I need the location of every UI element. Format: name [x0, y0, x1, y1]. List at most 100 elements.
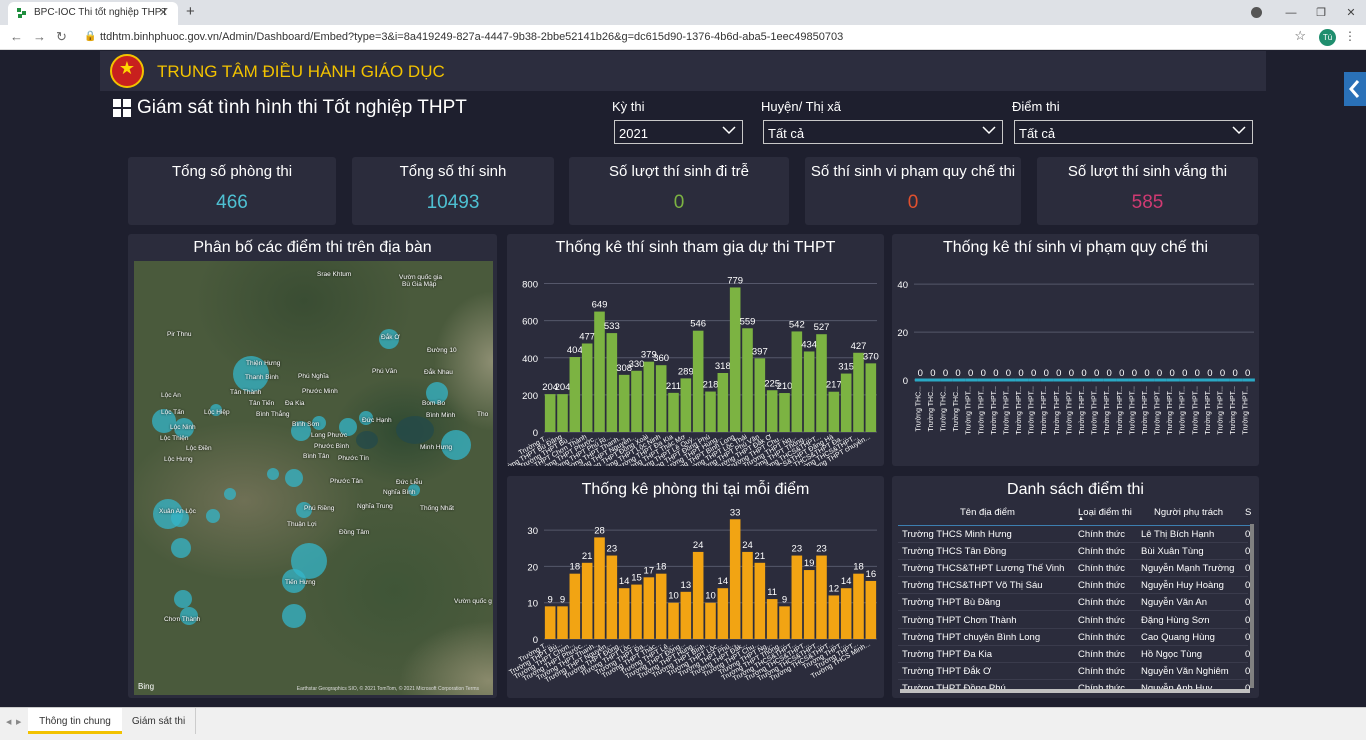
bar[interactable] — [779, 606, 790, 639]
exam-site-table[interactable]: Tên địa điểm Loại điểm thi Người phụ trá… — [898, 501, 1254, 693]
table-row[interactable]: Trường THPT Bù Đăng Chính thức Nguyễn Văn … — [898, 594, 1250, 612]
bar[interactable] — [791, 555, 803, 639]
address-bar[interactable]: 🔒 ttdhtm.binhphuoc.gov.vn/Admin/Dashboar… — [80, 28, 1310, 47]
bar[interactable] — [655, 573, 667, 639]
bar[interactable] — [729, 519, 741, 639]
column-header-manager[interactable]: Người phụ trách — [1154, 507, 1223, 518]
bar[interactable] — [803, 351, 815, 432]
close-tab-icon[interactable]: ✕ — [159, 6, 168, 19]
exam-site-bubble[interactable] — [282, 604, 306, 628]
bar[interactable] — [544, 394, 556, 432]
bar[interactable] — [618, 374, 630, 432]
exam-site-bubble[interactable] — [224, 488, 236, 500]
table-row[interactable]: Trường THPT Đa Kia Chính thức Hồ Ngọc Tùng… — [898, 646, 1250, 663]
bar[interactable] — [840, 373, 852, 432]
tab-general-info[interactable]: Thông tin chung — [28, 708, 122, 734]
exam-site-bubble[interactable] — [267, 468, 279, 480]
bar[interactable] — [779, 393, 790, 432]
bar[interactable] — [754, 358, 766, 432]
bar[interactable] — [618, 588, 630, 639]
bar[interactable] — [631, 584, 642, 639]
column-header-type[interactable]: Loại điểm thi — [1078, 507, 1132, 518]
bar[interactable] — [581, 562, 593, 639]
browser-tab[interactable]: BPC-IOC Thi tốt nghiệp THPT ✕ — [8, 2, 178, 25]
exam-site-bubble[interactable] — [174, 590, 192, 608]
bar[interactable] — [729, 287, 741, 432]
sort-ascending-icon[interactable]: ▲ — [1078, 516, 1084, 522]
table-row[interactable]: Trường THPT Đắk Ơ Chính thức Nguyễn Văn Ng… — [898, 663, 1250, 680]
bar[interactable] — [853, 352, 864, 432]
tab-exam-monitoring[interactable]: Giám sát thi — [122, 708, 196, 734]
table-row[interactable]: Trường THCS Tân Đồng Chính thức Bùi Xuân T… — [898, 543, 1250, 561]
minimize-icon[interactable]: — — [1276, 7, 1306, 19]
bar[interactable] — [557, 394, 568, 432]
bar[interactable] — [742, 328, 753, 432]
bar[interactable] — [865, 580, 877, 639]
bar[interactable] — [581, 343, 593, 432]
bar[interactable] — [705, 602, 716, 639]
restore-icon[interactable]: ❐ — [1306, 6, 1336, 19]
bar[interactable] — [631, 370, 642, 432]
bar[interactable] — [606, 333, 618, 432]
bar[interactable] — [853, 573, 864, 639]
browser-menu-icon[interactable]: ⋮ — [1344, 29, 1356, 43]
bar[interactable] — [816, 555, 827, 639]
bar[interactable] — [569, 573, 581, 639]
bar[interactable] — [692, 551, 704, 639]
bar[interactable] — [594, 537, 605, 639]
table-horizontal-scrollbar[interactable] — [900, 689, 1250, 693]
bar[interactable] — [766, 599, 778, 639]
filter-district-select[interactable]: Tất cả — [763, 120, 1003, 144]
table-row[interactable]: Trường THPT Chơn Thành Chính thức Đặng Hùn… — [898, 612, 1250, 629]
bar[interactable] — [680, 378, 692, 432]
profile-menu-icon[interactable] — [1251, 7, 1262, 18]
bar[interactable] — [668, 392, 679, 432]
table-row[interactable]: Trường THCS&THPT Võ Thị Sáu Chính thức Ngu… — [898, 577, 1250, 595]
table-row[interactable]: Trường THPT chuyên Bình Long Chính thức Ca… — [898, 629, 1250, 646]
bar[interactable] — [643, 577, 655, 639]
column-header-name[interactable]: Tên địa điểm — [960, 507, 1015, 518]
map-place-label: Lộc An — [161, 392, 181, 399]
bookmark-star-icon[interactable]: ☆ — [1294, 28, 1306, 44]
bar[interactable] — [742, 551, 753, 639]
bar[interactable] — [569, 357, 581, 432]
bar[interactable] — [705, 391, 716, 432]
bar[interactable] — [717, 588, 729, 639]
collapse-panel-button[interactable] — [1344, 72, 1366, 106]
table-row[interactable]: Trường THCS Minh Hưng Chính thức Lê Thị Bí… — [898, 526, 1250, 543]
bar[interactable] — [655, 365, 667, 432]
bar[interactable] — [643, 361, 655, 432]
exam-site-bubble[interactable] — [285, 469, 303, 487]
bar[interactable] — [766, 390, 778, 432]
exam-site-map[interactable]: Srae Khtum Vườn quốc gia Bù Gia Mập Pir Thn… — [134, 261, 493, 695]
new-tab-icon[interactable]: + — [186, 3, 195, 20]
bar[interactable] — [680, 591, 692, 639]
bar[interactable] — [754, 562, 766, 639]
forward-icon[interactable]: → — [33, 29, 46, 44]
filter-site-select[interactable]: Tất cả — [1014, 120, 1253, 144]
bar[interactable] — [828, 595, 840, 639]
bar[interactable] — [717, 372, 729, 432]
bar[interactable] — [668, 602, 679, 639]
bar[interactable] — [828, 391, 840, 432]
bar[interactable] — [544, 606, 556, 639]
prev-page-icon[interactable]: ◀ — [6, 718, 11, 726]
close-window-icon[interactable]: ✕ — [1336, 6, 1366, 19]
filter-exam-select[interactable]: 2021 — [614, 120, 743, 144]
column-header-s[interactable]: S — [1245, 507, 1251, 518]
bar[interactable] — [557, 606, 568, 639]
bar[interactable] — [865, 363, 877, 432]
next-page-icon[interactable]: ▶ — [16, 718, 21, 726]
table-vertical-scrollbar[interactable] — [1250, 524, 1254, 688]
data-label: 15 — [631, 573, 642, 584]
bar[interactable] — [803, 570, 815, 639]
exam-site-bubble[interactable] — [171, 538, 191, 558]
table-row[interactable]: Trường THCS&THPT Lương Thế Vinh Chính thứ… — [898, 560, 1250, 578]
table-cell: Trường THPT Đắk Ơ — [902, 665, 992, 677]
reload-icon[interactable]: ↻ — [56, 29, 67, 45]
bar[interactable] — [840, 588, 852, 639]
bar[interactable] — [606, 555, 618, 639]
exam-site-bubble[interactable] — [206, 509, 220, 523]
profile-avatar[interactable]: Tú — [1319, 29, 1336, 46]
back-icon[interactable]: ← — [10, 29, 23, 44]
